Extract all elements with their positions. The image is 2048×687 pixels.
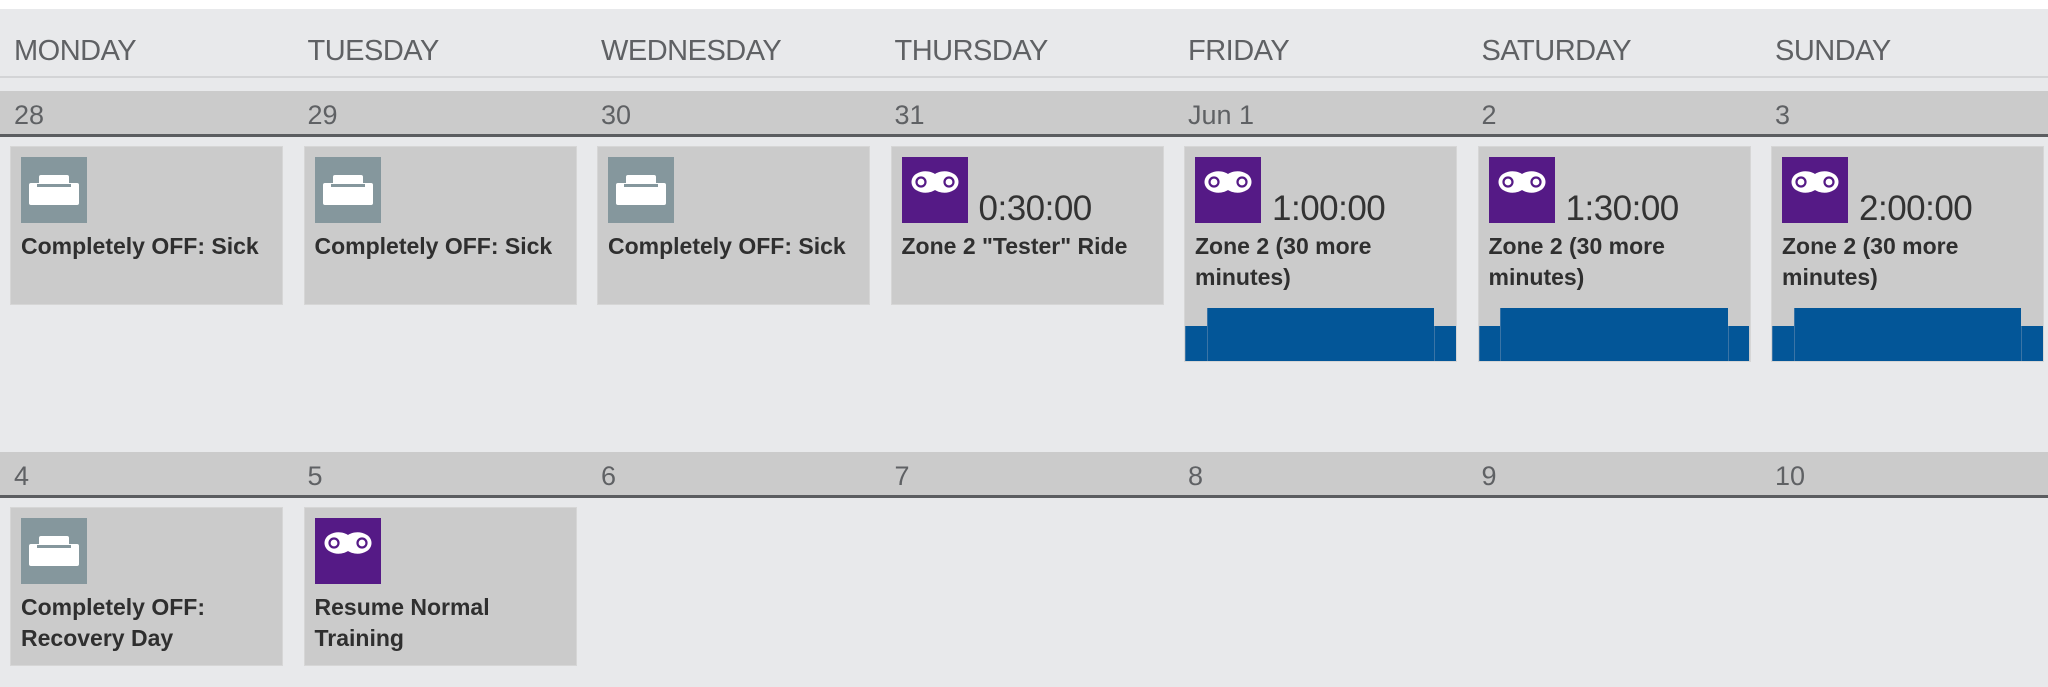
weekday-label-sunday: SUNDAY <box>1775 35 1891 67</box>
weekday-label-wednesday: WEDNESDAY <box>601 35 782 67</box>
workout-card[interactable]: 2:00:00 Zone 2 (30 more minutes) <box>1771 146 2044 362</box>
workout-title[interactable]: Completely OFF: Sick <box>315 231 570 262</box>
date-label[interactable]: 31 <box>895 100 925 131</box>
bike-chain-icon <box>1488 157 1555 223</box>
workout-card[interactable]: 1:30:00 Zone 2 (30 more minutes) <box>1477 146 1751 362</box>
date-label[interactable]: 5 <box>308 461 323 492</box>
couch-icon <box>314 157 381 223</box>
workout-title[interactable]: Completely OFF: Sick <box>21 231 276 262</box>
bike-chain-icon <box>901 157 968 223</box>
date-bar-week-2: 4 5 6 7 8 9 10 <box>0 452 2048 498</box>
workout-card[interactable]: 0:30:00 Zone 2 "Tester" Ride <box>890 146 1164 305</box>
graph-segment <box>1727 326 1750 361</box>
workout-card[interactable]: Completely OFF: Sick <box>597 146 870 305</box>
date-label[interactable]: 4 <box>14 461 29 492</box>
date-label[interactable]: 3 <box>1775 100 1790 131</box>
workout-title[interactable]: Zone 2 (30 more minutes) <box>1782 231 2037 293</box>
workout-intensity-graph <box>1772 308 2043 361</box>
date-label[interactable]: 7 <box>895 461 910 492</box>
workout-duration: 1:00:00 <box>1272 189 1386 228</box>
workout-title[interactable]: Completely OFF: Recovery Day <box>21 592 276 654</box>
workout-title[interactable]: Zone 2 (30 more minutes) <box>1195 231 1450 293</box>
weekday-label-saturday: SATURDAY <box>1481 35 1632 67</box>
date-label[interactable]: 8 <box>1188 461 1203 492</box>
date-label[interactable]: 28 <box>14 100 44 131</box>
weekday-label-thursday: THURSDAY <box>894 35 1049 67</box>
couch-icon <box>21 157 87 223</box>
couch-icon <box>21 518 87 584</box>
date-label[interactable]: 9 <box>1482 461 1497 492</box>
date-label[interactable]: 10 <box>1775 461 1805 492</box>
graph-segment <box>2021 326 2043 361</box>
graph-segment <box>1185 326 1207 361</box>
date-label[interactable]: 30 <box>601 100 631 131</box>
weekday-header: MONDAY TUESDAY WEDNESDAY THURSDAY FRIDAY SATU… <box>0 9 2048 78</box>
couch-icon <box>608 157 674 223</box>
workout-duration: 0:30:00 <box>978 189 1093 228</box>
bike-chain-icon <box>1195 157 1261 223</box>
bike-chain-icon <box>1782 157 1848 223</box>
graph-segment <box>1793 308 2022 361</box>
workout-title[interactable]: Zone 2 "Tester" Ride <box>902 231 1157 262</box>
graph-segment <box>1500 308 1728 361</box>
bike-chain-icon <box>314 518 381 584</box>
date-label[interactable]: 2 <box>1482 100 1497 131</box>
weekday-label-friday: FRIDAY <box>1188 35 1290 67</box>
workout-duration: 2:00:00 <box>1859 189 1973 228</box>
graph-segment <box>1772 326 1794 361</box>
date-label[interactable]: Jun 1 <box>1188 100 1254 131</box>
graph-segment <box>1206 308 1435 361</box>
workout-card[interactable]: Completely OFF: Recovery Day <box>10 507 283 666</box>
workout-duration: 1:30:00 <box>1565 189 1680 228</box>
workout-card[interactable]: Completely OFF: Sick <box>303 146 577 305</box>
graph-segment <box>1434 326 1456 361</box>
workout-card[interactable]: 1:00:00 Zone 2 (30 more minutes) <box>1184 146 1457 362</box>
top-strip <box>0 0 2048 9</box>
workout-card[interactable]: Completely OFF: Sick <box>10 146 283 305</box>
workout-title[interactable]: Completely OFF: Sick <box>608 231 863 262</box>
weekday-label-monday: MONDAY <box>14 35 137 67</box>
date-label[interactable]: 6 <box>601 461 616 492</box>
date-label[interactable]: 29 <box>308 100 338 131</box>
workout-intensity-graph <box>1185 308 1456 361</box>
workout-intensity-graph <box>1478 308 1750 361</box>
date-bar-week-1: 28 29 30 31 Jun 1 2 3 <box>0 91 2048 137</box>
workout-title[interactable]: Zone 2 (30 more minutes) <box>1489 231 1744 293</box>
graph-segment <box>1478 326 1501 361</box>
weekday-label-tuesday: TUESDAY <box>307 35 440 67</box>
workout-card[interactable]: Resume Normal Training <box>303 507 577 666</box>
workout-title[interactable]: Resume Normal Training <box>315 592 570 654</box>
